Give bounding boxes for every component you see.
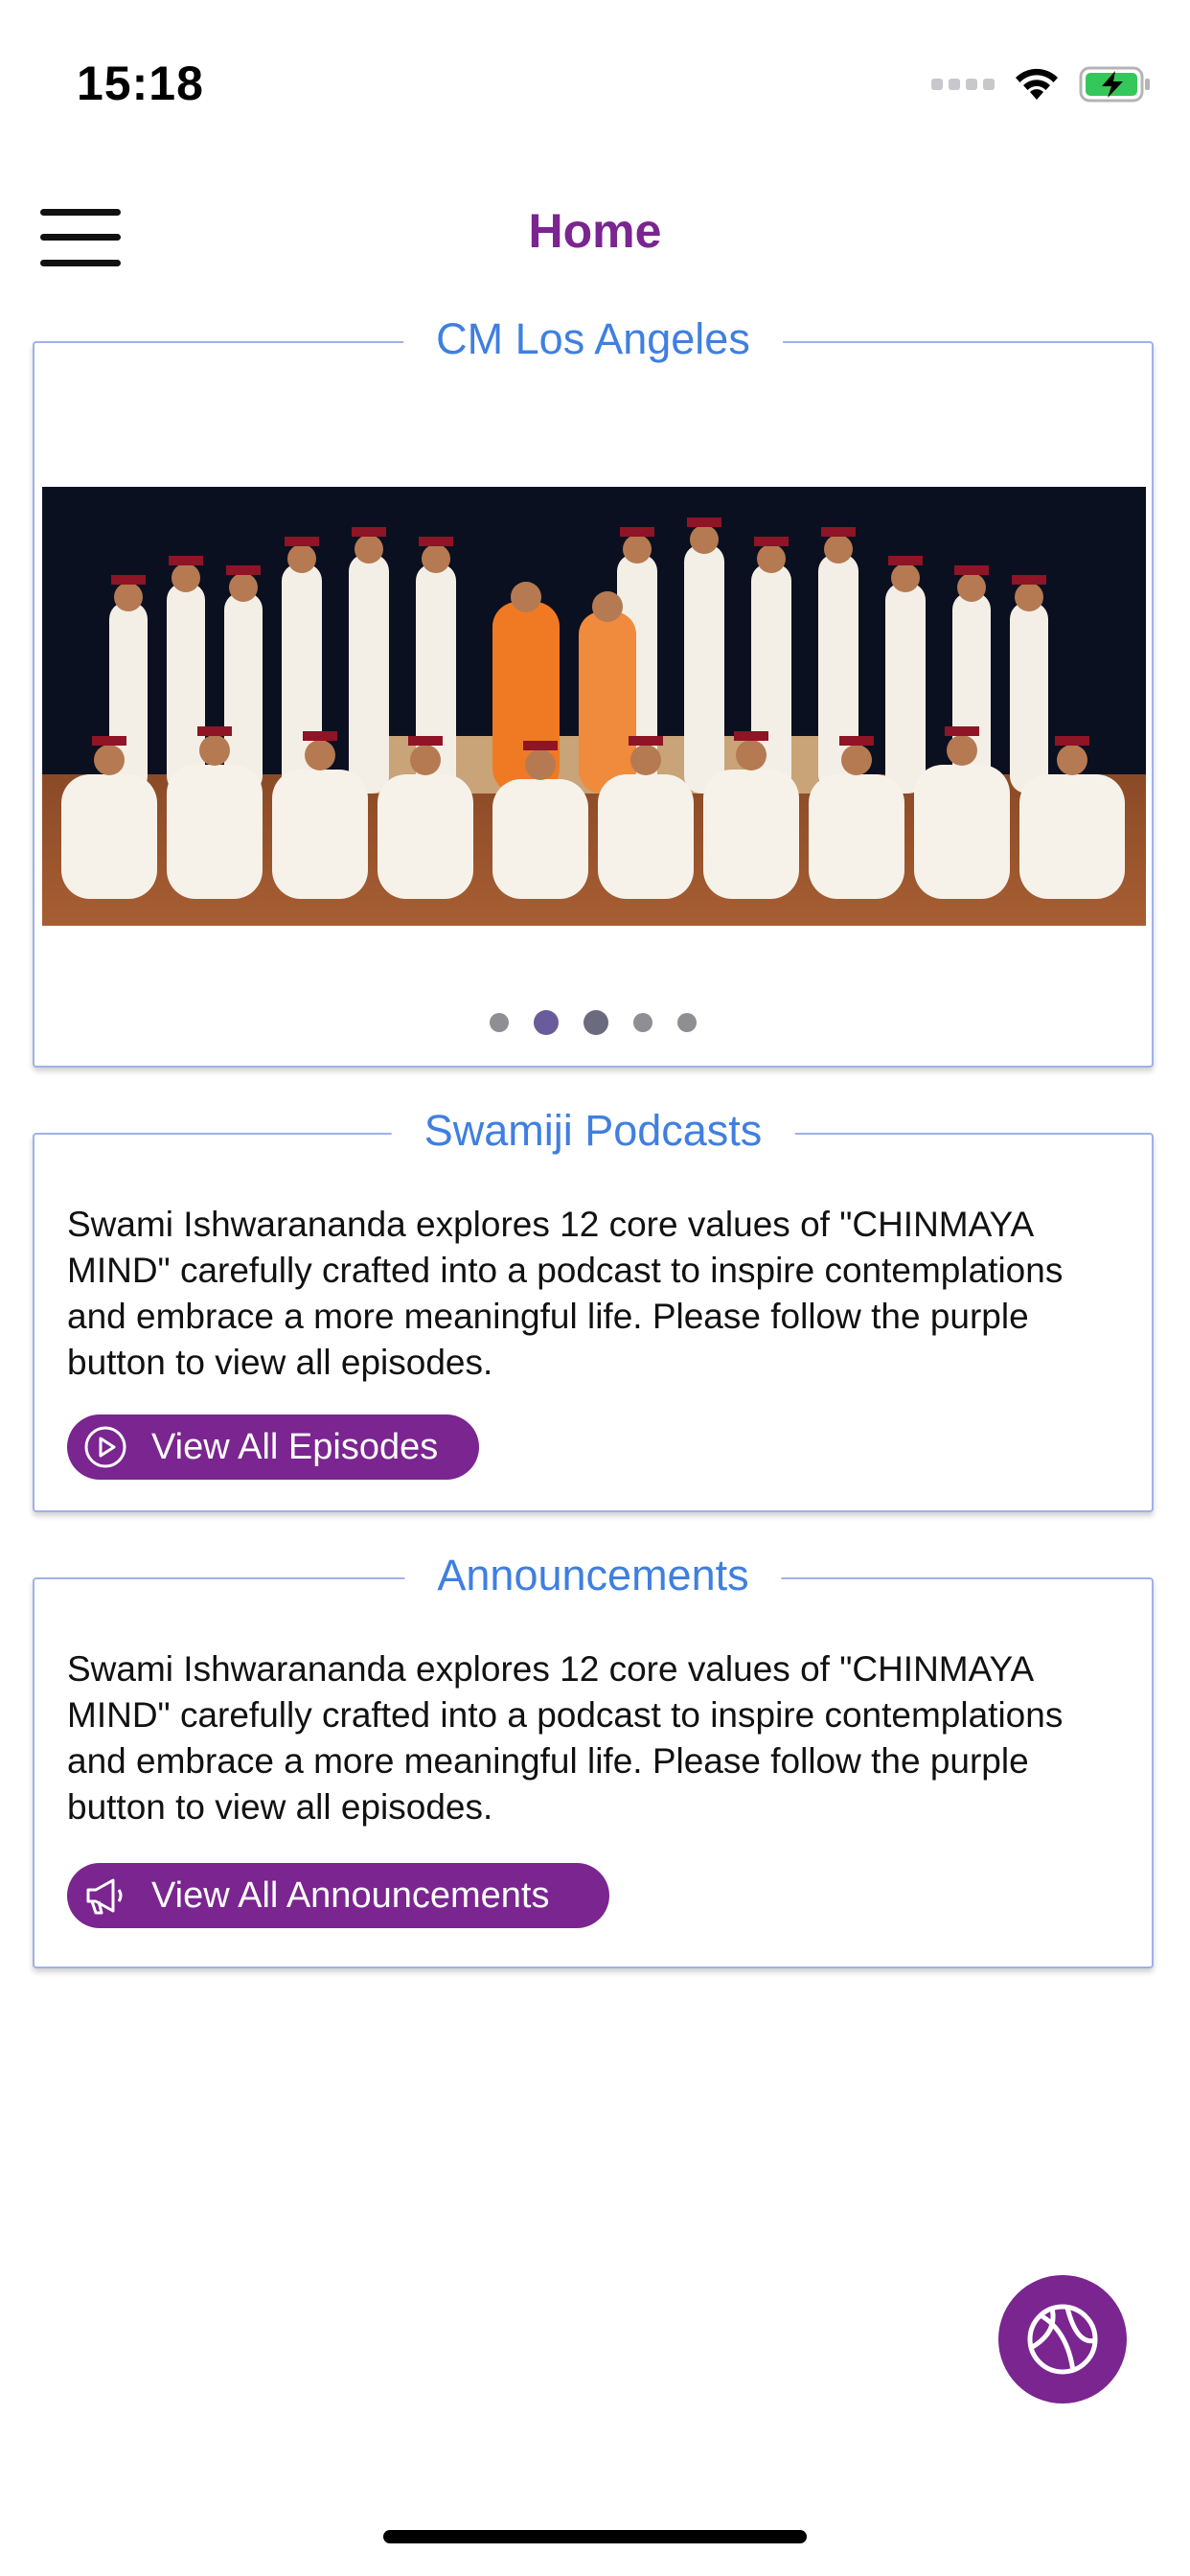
- basketball-icon: [1027, 2304, 1098, 2375]
- announcements-title: Announcements: [404, 1551, 782, 1600]
- status-icons: [931, 65, 1152, 104]
- carousel-dot[interactable]: [490, 1013, 509, 1032]
- carousel-dot[interactable]: [633, 1013, 652, 1032]
- floating-action-button[interactable]: [998, 2275, 1127, 2404]
- play-circle-icon: [84, 1426, 126, 1468]
- megaphone-icon: [86, 1878, 123, 1915]
- podcasts-title: Swamiji Podcasts: [391, 1106, 795, 1156]
- carousel-card: CM Los Angeles: [33, 314, 1154, 1068]
- wifi-icon: [1016, 68, 1058, 100]
- status-time: 15:18: [77, 57, 204, 110]
- status-bar: 15:18: [0, 0, 1190, 144]
- podcasts-card: Swamiji Podcasts Swami Ishwarananda expl…: [33, 1106, 1154, 1512]
- announcements-description: Swami Ishwarananda explores 12 core valu…: [67, 1649, 1064, 1827]
- hero-photo[interactable]: [42, 487, 1146, 926]
- carousel-pagination: [34, 1010, 1152, 1035]
- nav-bar: Home: [0, 182, 1190, 288]
- carousel-title: CM Los Angeles: [403, 314, 783, 364]
- view-all-episodes-label: View All Episodes: [151, 1426, 439, 1467]
- cellular-signal-icon: [931, 79, 995, 90]
- home-indicator: [383, 2530, 807, 2543]
- view-all-announcements-button[interactable]: View All Announcements: [67, 1863, 609, 1928]
- battery-charging-icon: [1079, 66, 1150, 103]
- view-all-announcements-label: View All Announcements: [151, 1874, 550, 1916]
- podcasts-description: Swami Ishwarananda explores 12 core valu…: [67, 1205, 1064, 1382]
- view-all-episodes-button[interactable]: View All Episodes: [67, 1414, 479, 1480]
- carousel-dot[interactable]: [677, 1013, 697, 1032]
- carousel-dot[interactable]: [584, 1010, 608, 1035]
- announcements-card: Announcements Swami Ishwarananda explore…: [33, 1551, 1154, 1968]
- page-title: Home: [528, 204, 662, 258]
- carousel-dot-active[interactable]: [534, 1010, 559, 1035]
